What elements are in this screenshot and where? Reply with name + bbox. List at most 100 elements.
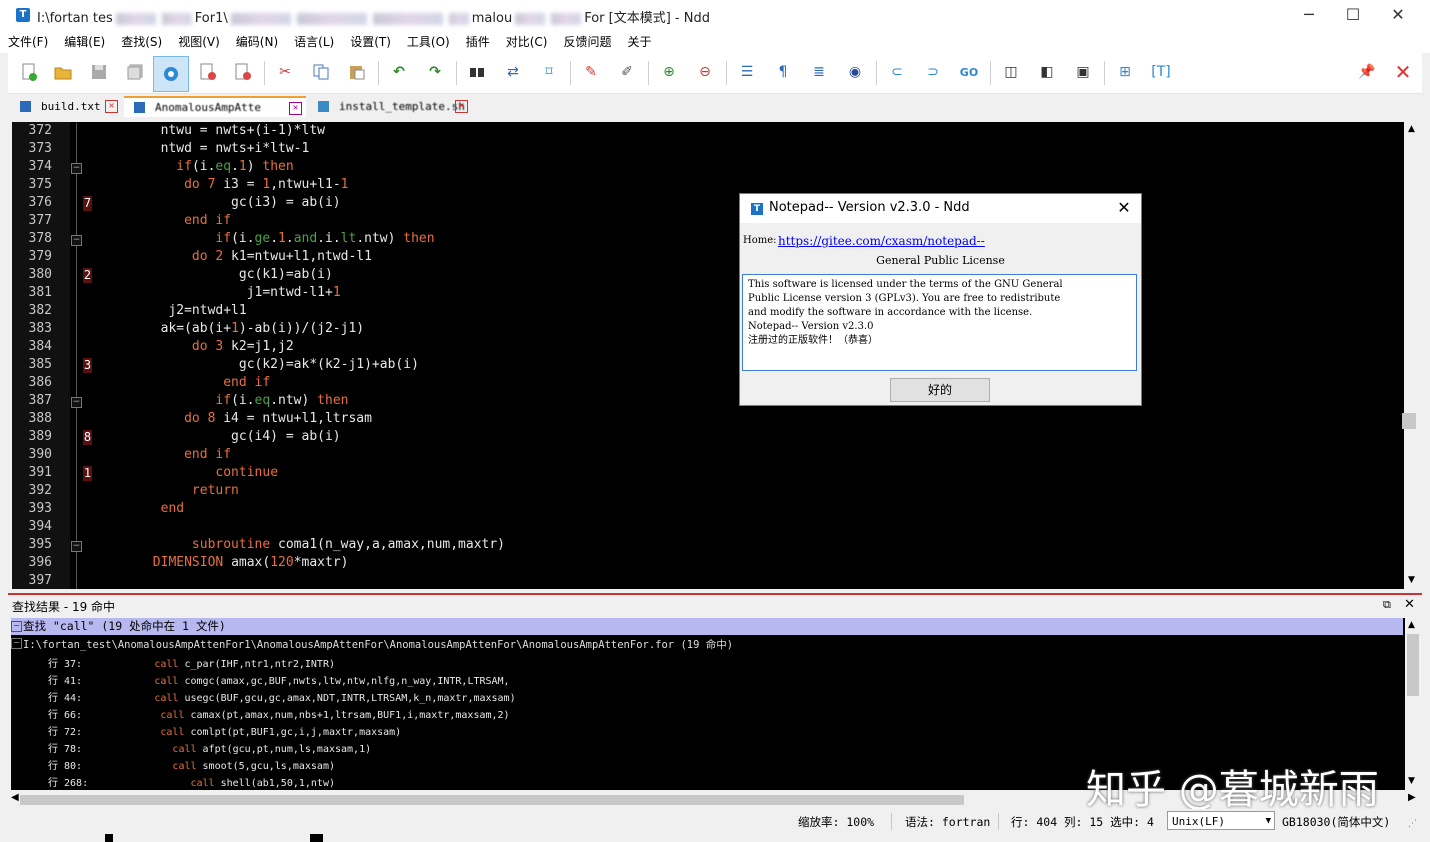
code-line[interactable]: gc(i3) = ab(i): [98, 195, 341, 210]
dialog-close-button[interactable]: ✕: [1112, 197, 1136, 219]
code-line[interactable]: ntwu = nwts+(i-1)*ltw: [98, 123, 325, 138]
cut-icon[interactable]: ✂: [275, 62, 295, 82]
scroll-down-icon[interactable]: ▼: [1408, 575, 1415, 585]
indent-guide-icon[interactable]: ≣: [809, 62, 829, 82]
maximize-button[interactable]: ☐: [1330, 2, 1376, 28]
menu-file[interactable]: 文件(F): [0, 31, 56, 53]
code-line[interactable]: subroutine coma1(n_way,a,amax,num,maxtr): [98, 537, 505, 552]
close-button[interactable]: ✕: [1375, 2, 1421, 28]
editor-scroll-thumb[interactable]: [1402, 413, 1416, 429]
menu-encoding[interactable]: 编码(N): [228, 31, 286, 53]
code-line[interactable]: end if: [98, 213, 231, 228]
text-mode-icon[interactable]: [T]: [1151, 62, 1171, 82]
home-link[interactable]: https://gitee.com/cxasm/notepad--: [778, 234, 985, 248]
pin-icon[interactable]: 📌: [1357, 62, 1377, 82]
menu-search[interactable]: 查找(S): [113, 31, 170, 53]
code-line[interactable]: end if: [98, 447, 231, 462]
close-panel-icon[interactable]: ✕: [1404, 597, 1415, 612]
compare-dir-icon[interactable]: ◫: [1001, 62, 1021, 82]
result-query-row[interactable]: 查找 "call" (19 处命中在 1 文件): [11, 618, 1403, 635]
collapse-icon[interactable]: −: [11, 621, 22, 632]
eol-select[interactable]: Unix(LF) ▼: [1167, 811, 1275, 830]
code-editor[interactable]: 372 ntwu = nwts+(i-1)*ltw 373 ntwd = nwts…: [12, 122, 1404, 589]
goto-icon[interactable]: GO: [959, 62, 979, 82]
scroll-up-icon[interactable]: ▲: [1408, 620, 1415, 630]
tab-close-icon[interactable]: ✕: [455, 100, 468, 113]
open-folder-icon[interactable]: [53, 62, 73, 82]
result-row[interactable]: 行 78: call afpt(gcu,pt,num,ls,maxsam,1): [48, 740, 371, 757]
copy-icon[interactable]: [311, 62, 331, 82]
scroll-right-icon[interactable]: ▶: [1408, 792, 1416, 803]
results-hscroll-thumb[interactable]: [20, 795, 964, 805]
menu-settings[interactable]: 设置(T): [342, 31, 399, 53]
result-row[interactable]: 行 268: call shell(ab1,50,1,ntw): [48, 774, 335, 790]
scroll-down-icon[interactable]: ▼: [1408, 776, 1415, 786]
menu-feedback[interactable]: 反馈问题: [555, 31, 619, 53]
code-line[interactable]: j2=ntwd+l1: [98, 303, 246, 318]
float-panel-icon[interactable]: ⧉: [1383, 598, 1391, 612]
tab-build[interactable]: build.txt ✕: [10, 96, 122, 117]
result-row[interactable]: 行 41: call comgc(amax,gc,BUF,nwts,ltw,nt…: [48, 672, 510, 689]
results-scroll-thumb[interactable]: [1407, 634, 1419, 696]
code-line[interactable]: if(i.ge.1.and.i.lt.ntw) then: [98, 231, 434, 246]
prev-icon[interactable]: ⊂: [887, 62, 907, 82]
wrap-icon[interactable]: ☰: [737, 62, 757, 82]
zoom-in-icon[interactable]: ⊕: [659, 62, 679, 82]
paste-icon[interactable]: [347, 62, 367, 82]
fold-toggle-icon[interactable]: −: [71, 163, 82, 174]
collapse-icon[interactable]: −: [11, 638, 22, 649]
menu-about[interactable]: 关于: [620, 31, 660, 53]
menu-plugins[interactable]: 插件: [458, 31, 498, 53]
code-line[interactable]: end: [98, 501, 184, 516]
code-line[interactable]: do 2 k1=ntwu+l1,ntwd-l1: [98, 249, 372, 264]
license-textbox[interactable]: This software is licensed under the term…: [742, 274, 1137, 371]
scroll-left-icon[interactable]: ◀: [11, 792, 19, 803]
result-row[interactable]: 行 37: call c_par(IHF,ntr1,ntr2,INTR): [48, 655, 335, 672]
minimize-button[interactable]: ─: [1286, 2, 1332, 28]
code-line[interactable]: ak=(ab(i+1)-ab(i))/(j2-j1): [98, 321, 365, 336]
menu-tools[interactable]: 工具(O): [399, 31, 458, 53]
menu-compare[interactable]: 对比(C): [498, 31, 556, 53]
close-file-icon[interactable]: [198, 62, 218, 82]
code-line[interactable]: gc(k2)=ak*(k2-j1)+ab(i): [98, 357, 419, 372]
tab-install-template[interactable]: install_template.sh ✕: [308, 96, 472, 117]
compare-file-icon[interactable]: ◧: [1037, 62, 1057, 82]
fold-toggle-icon[interactable]: −: [71, 397, 82, 408]
code-line[interactable]: DIMENSION amax(120*maxtr): [98, 555, 349, 570]
result-row[interactable]: 行 72: call comlpt(pt,BUF1,gc,i,j,maxtr,m…: [48, 723, 401, 740]
result-file-row[interactable]: I:\fortan_test\AnomalousAmpAttenFor1\Ano…: [23, 637, 733, 652]
menu-edit[interactable]: 编辑(E): [56, 31, 113, 53]
plugin-icon[interactable]: ⊞: [1115, 62, 1135, 82]
code-line[interactable]: if(i.eq.ntw) then: [98, 393, 348, 408]
scroll-up-icon[interactable]: ▲: [1408, 124, 1415, 134]
code-line[interactable]: ntwd = nwts+i*ltw-1: [98, 141, 310, 156]
save-all-icon[interactable]: [125, 62, 145, 82]
menu-language[interactable]: 语言(L): [286, 31, 342, 53]
result-row[interactable]: 行 66: call camax(pt,amax,num,nbs+1,ltrsa…: [48, 706, 510, 723]
results-vertical-scrollbar[interactable]: ▲ ▼: [1405, 618, 1421, 790]
tab-close-icon[interactable]: ✕: [289, 102, 302, 115]
save-icon[interactable]: [89, 62, 109, 82]
code-line[interactable]: gc(k1)=ab(i): [98, 267, 333, 282]
code-line[interactable]: do 7 i3 = 1,ntwu+l1-1: [98, 177, 348, 192]
fold-toggle-icon[interactable]: −: [71, 541, 82, 552]
replace-icon[interactable]: ⇄: [503, 62, 523, 82]
code-line[interactable]: j1=ntwd-l1+1: [98, 285, 341, 300]
new-file-icon[interactable]: [19, 62, 39, 82]
auto-save-icon[interactable]: [153, 56, 189, 92]
redo-icon[interactable]: ↷: [425, 62, 445, 82]
tab-close-icon[interactable]: ✕: [105, 100, 118, 113]
code-line[interactable]: if(i.eq.1) then: [98, 159, 293, 174]
tab-anomalous[interactable]: AnomalousAmpAtte ✕: [124, 96, 306, 117]
code-line[interactable]: do 3 k2=j1,j2: [98, 339, 294, 354]
editor-vertical-scrollbar[interactable]: ▲ ▼: [1405, 122, 1421, 589]
menu-view[interactable]: 视图(V): [170, 31, 228, 53]
ok-button[interactable]: 好的: [890, 378, 990, 402]
bookmark-icon[interactable]: ⌑: [539, 62, 559, 82]
record-icon[interactable]: ◉: [845, 62, 865, 82]
code-line[interactable]: return: [98, 483, 239, 498]
binary-compare-icon[interactable]: ▣: [1073, 62, 1093, 82]
undo-icon[interactable]: ↶: [389, 62, 409, 82]
code-line[interactable]: gc(i4) = ab(i): [98, 429, 341, 444]
clear-mark-icon[interactable]: ✐: [617, 62, 637, 82]
